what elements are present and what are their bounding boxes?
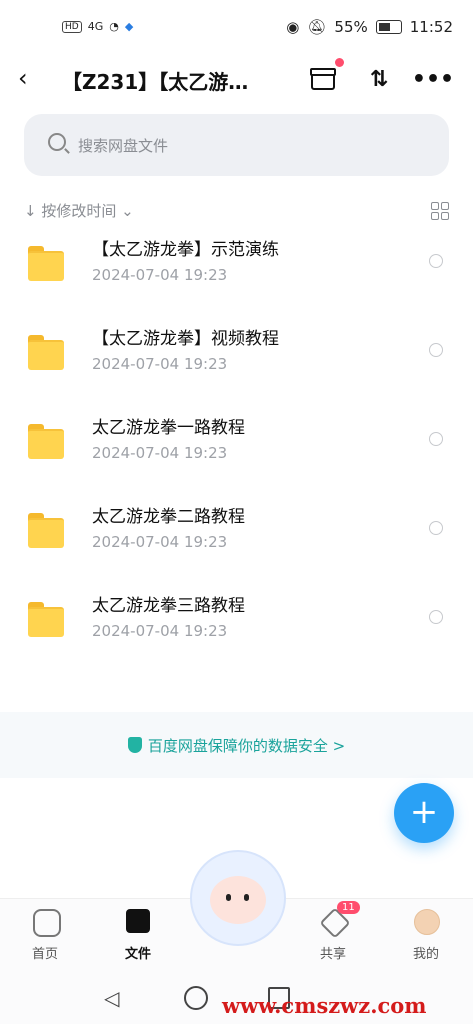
security-banner[interactable]: 百度网盘保障你的数据安全 > bbox=[0, 712, 473, 778]
search-icon bbox=[48, 133, 66, 151]
back-icon[interactable]: ‹ bbox=[18, 64, 28, 92]
tab-files[interactable]: 文件 bbox=[98, 899, 178, 971]
folder-icon bbox=[28, 424, 64, 459]
mascot-face bbox=[210, 876, 266, 924]
hd-icon: HD bbox=[62, 20, 82, 33]
tab-share[interactable]: 11 共享 bbox=[293, 899, 373, 971]
tab-home[interactable]: 首页 bbox=[5, 899, 85, 971]
clock: 11:52 bbox=[409, 18, 453, 36]
battery-percent: 55% bbox=[334, 18, 368, 36]
folder-icon bbox=[28, 602, 64, 637]
search-input[interactable]: 搜索网盘文件 bbox=[24, 114, 449, 176]
tab-label: 共享 bbox=[319, 947, 346, 962]
tab-mine[interactable]: 我的 bbox=[386, 899, 466, 971]
status-left: HD 4G ◔ ◆ bbox=[62, 20, 133, 33]
tab-label: 我的 bbox=[412, 947, 439, 962]
file-name: 太乙游龙拳二路教程 bbox=[92, 507, 245, 527]
search-placeholder: 搜索网盘文件 bbox=[78, 137, 169, 155]
watermark: www.cmszwz.com bbox=[222, 993, 427, 1018]
radio-icon[interactable] bbox=[429, 610, 443, 624]
status-bar: HD 4G ◔ ◆ ◉ 🔕︎ 55% 11:52 bbox=[0, 0, 473, 58]
file-icon bbox=[126, 909, 150, 933]
banner-text: 百度网盘保障你的数据安全 > bbox=[147, 737, 346, 755]
file-name: 太乙游龙拳三路教程 bbox=[92, 596, 245, 616]
nav-back-icon[interactable]: ◁ bbox=[104, 986, 119, 1010]
shield-status-icon: ◆ bbox=[124, 20, 134, 33]
signal-4g-icon: 4G bbox=[87, 20, 104, 33]
top-bar: ‹ 【Z231】【太乙游… ⇅ ••• bbox=[0, 58, 473, 104]
file-date: 2024-07-04 19:23 bbox=[92, 622, 228, 640]
radio-icon[interactable] bbox=[429, 432, 443, 446]
tab-label: 首页 bbox=[31, 947, 58, 962]
more-icon[interactable]: ••• bbox=[412, 64, 454, 94]
wifi-icon: ◔ bbox=[109, 20, 119, 33]
eye-icon: ◉ bbox=[286, 18, 300, 36]
file-date: 2024-07-04 19:23 bbox=[92, 266, 228, 284]
list-item[interactable]: 太乙游龙拳一路教程 2024-07-04 19:23 bbox=[0, 396, 473, 485]
plus-icon: + bbox=[409, 792, 439, 832]
avatar-icon bbox=[414, 909, 440, 935]
radio-icon[interactable] bbox=[429, 521, 443, 535]
shield-icon bbox=[127, 737, 142, 753]
page-title: 【Z231】【太乙游… bbox=[62, 70, 249, 94]
radio-icon[interactable] bbox=[429, 254, 443, 268]
battery-icon bbox=[375, 20, 402, 34]
file-name: 太乙游龙拳一路教程 bbox=[92, 418, 245, 438]
mute-icon: 🔕︎ bbox=[307, 18, 327, 36]
file-date: 2024-07-04 19:23 bbox=[92, 444, 228, 462]
list-item[interactable]: 【太乙游龙拳】示范演练 2024-07-04 19:23 bbox=[0, 218, 473, 307]
tab-label: 文件 bbox=[124, 947, 151, 962]
folder-icon bbox=[28, 513, 64, 548]
file-date: 2024-07-04 19:23 bbox=[92, 533, 228, 551]
radio-icon[interactable] bbox=[429, 343, 443, 357]
file-name: 【太乙游龙拳】视频教程 bbox=[92, 329, 279, 349]
mascot-eye bbox=[244, 894, 249, 901]
folder-icon bbox=[28, 246, 64, 281]
nav-home-icon[interactable] bbox=[184, 986, 208, 1010]
assistant-mascot-button[interactable] bbox=[190, 850, 286, 946]
archive-icon[interactable] bbox=[308, 58, 344, 94]
list-item[interactable]: 太乙游龙拳二路教程 2024-07-04 19:23 bbox=[0, 485, 473, 574]
status-right: ◉ 🔕︎ 55% 11:52 bbox=[286, 18, 453, 36]
list-item[interactable]: 太乙游龙拳三路教程 2024-07-04 19:23 bbox=[0, 574, 473, 663]
home-icon bbox=[33, 909, 61, 937]
file-date: 2024-07-04 19:23 bbox=[92, 355, 228, 373]
mascot-eye bbox=[226, 894, 231, 901]
file-name: 【太乙游龙拳】示范演练 bbox=[92, 240, 279, 260]
list-item[interactable]: 【太乙游龙拳】视频教程 2024-07-04 19:23 bbox=[0, 307, 473, 396]
notification-dot bbox=[335, 58, 344, 67]
share-badge: 11 bbox=[337, 901, 360, 914]
sort-arrows-icon[interactable]: ⇅ bbox=[364, 64, 394, 94]
folder-icon bbox=[28, 335, 64, 370]
add-button[interactable]: + bbox=[394, 783, 454, 843]
